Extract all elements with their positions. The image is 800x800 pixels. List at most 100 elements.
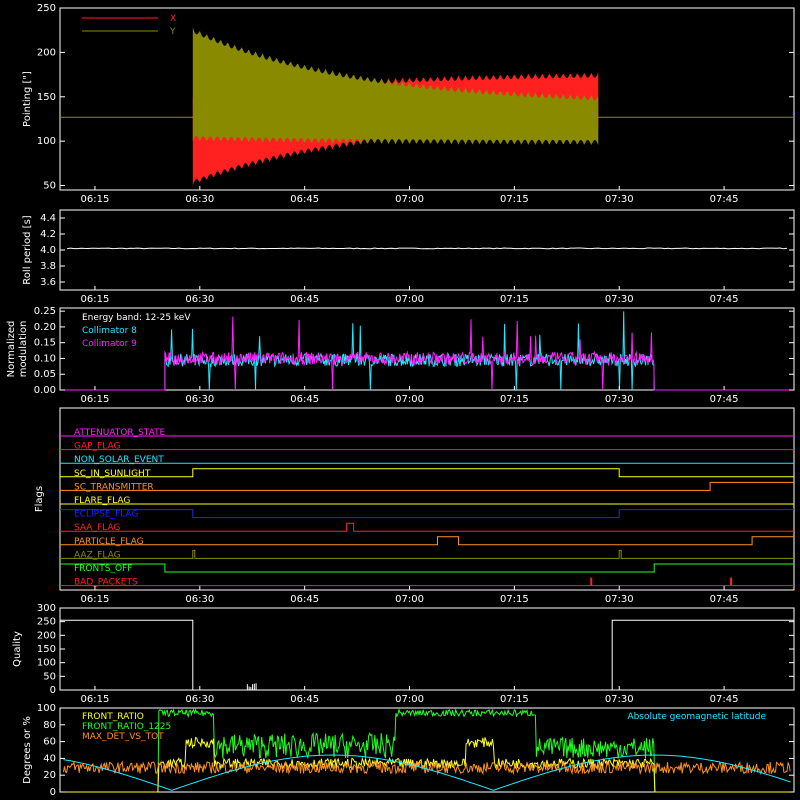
roll-period-ylabel: Roll period [s] bbox=[22, 215, 33, 284]
legend-geomagnetic-latitude: Absolute geomagnetic latitude bbox=[627, 712, 766, 722]
roll-period-panel: 3.6 3.8 4.0 4.2 4.4 06:15 06:30 06:45 07:00 07:1… bbox=[22, 209, 795, 305]
y-tick-label: 0 bbox=[50, 787, 56, 798]
modulation-series-collimator-8 bbox=[60, 311, 794, 391]
x-tick-label: 07:45 bbox=[710, 594, 739, 605]
y-tick-label: 0.20 bbox=[34, 322, 56, 333]
flag-line-particle-flag bbox=[60, 536, 794, 546]
flag-line-saa-flag bbox=[60, 522, 794, 532]
y-tick-label: 100 bbox=[37, 136, 56, 147]
x-tick-label: 06:30 bbox=[185, 594, 214, 605]
y-tick-label: 4.4 bbox=[40, 213, 56, 224]
y-tick-label: 4.2 bbox=[40, 229, 56, 240]
modulation-ylabel-1: Normalized bbox=[6, 321, 17, 378]
quality-x-ticks: 06:15 06:30 06:45 07:00 07:15 07:30 07:45 bbox=[81, 686, 739, 705]
x-tick-label: 07:45 bbox=[710, 394, 739, 405]
y-tick-label: 60 bbox=[43, 737, 56, 748]
rhessi-summary-plot: 50100150200250 06:15 06:30 06:45 07:00 07:15… bbox=[0, 0, 800, 800]
flags-x-ticks: 06:15 06:30 06:45 07:00 07:15 07:30 07:45 bbox=[81, 586, 739, 605]
x-tick-label: 06:15 bbox=[81, 294, 110, 305]
x-tick-label: 07:00 bbox=[395, 194, 424, 205]
y-tick-label: 0.10 bbox=[34, 353, 56, 364]
y-tick-label: 250 bbox=[37, 3, 56, 14]
y-tick-label: 200 bbox=[37, 630, 56, 641]
pointing-panel: 50 100 150 200 250 06:15 06:30 06:45 07:00 07:15… bbox=[22, 3, 795, 205]
modulation-ylabel-2: modulation bbox=[18, 321, 29, 378]
legend-front-ratio-1225: FRONT_RATIO_1225 bbox=[82, 722, 171, 732]
y-tick-label: 150 bbox=[37, 92, 56, 103]
roll-period-data bbox=[66, 247, 788, 250]
quality-line bbox=[60, 619, 794, 691]
quality-data bbox=[60, 619, 794, 691]
x-tick-label: 07:45 bbox=[710, 294, 739, 305]
x-tick-label: 06:15 bbox=[81, 394, 110, 405]
x-tick-label: 06:45 bbox=[290, 694, 319, 705]
flags-ylabel: Flags bbox=[34, 486, 45, 512]
energy-band-annotation: Energy band: 12-25 keV bbox=[82, 313, 191, 323]
x-tick-label: 07:00 bbox=[395, 694, 424, 705]
x-tick-label: 07:00 bbox=[395, 294, 424, 305]
x-tick-label: 06:15 bbox=[81, 694, 110, 705]
flags-panel: ATTENUATOR_STATEGAP_FLAGNON_SOLAR_EVENTS… bbox=[34, 407, 795, 605]
x-tick-label: 06:30 bbox=[185, 394, 214, 405]
flag-line-eclipse-flag bbox=[60, 509, 794, 519]
x-tick-label: 07:15 bbox=[500, 294, 529, 305]
x-tick-label: 07:30 bbox=[605, 294, 634, 305]
y-tick-label: 3.6 bbox=[40, 277, 56, 288]
x-tick-label: 07:30 bbox=[605, 194, 634, 205]
x-tick-label: 06:45 bbox=[290, 594, 319, 605]
x-tick-label: 07:30 bbox=[605, 694, 634, 705]
x-tick-label: 06:30 bbox=[185, 694, 214, 705]
y-tick-label: 100 bbox=[37, 658, 56, 669]
y-tick-label: 250 bbox=[37, 617, 56, 628]
flag-line-fronts-off bbox=[60, 563, 794, 573]
ratio-panel: 0 20 40 60 80 100 Degrees or % FRONT_RATIO FR… bbox=[22, 703, 795, 798]
modulation-series-collimator-9 bbox=[60, 316, 794, 391]
x-tick-label: 07:15 bbox=[500, 694, 529, 705]
quality-panel: 050100150200250300 06:15 06:30 06:45 07:00 0… bbox=[12, 603, 795, 705]
y-tick-label: 0.25 bbox=[34, 306, 56, 317]
y-tick-label: 200 bbox=[37, 47, 56, 58]
roll-period-frame bbox=[59, 209, 795, 291]
flag-line-sc-transmitter bbox=[60, 481, 794, 491]
pointing-ylabel: Pointing ["] bbox=[22, 71, 33, 127]
flag-label-fronts-off: FRONTS_OFF bbox=[74, 564, 132, 574]
quality-ylabel: Quality bbox=[12, 631, 23, 667]
y-tick-label: 50 bbox=[43, 671, 56, 682]
y-tick-label: 40 bbox=[43, 753, 56, 764]
y-tick-label: 150 bbox=[37, 644, 56, 655]
x-tick-label: 07:45 bbox=[710, 194, 739, 205]
y-tick-label: 20 bbox=[43, 770, 56, 781]
x-tick-label: 07:45 bbox=[710, 694, 739, 705]
modulation-x-ticks: 06:15 06:30 06:45 07:00 07:15 07:30 07:45 bbox=[81, 386, 739, 405]
ratio-ylabel: Degrees or % bbox=[22, 716, 33, 784]
y-tick-label: 0.05 bbox=[34, 369, 56, 380]
flag-line-aaz-flag bbox=[60, 549, 794, 559]
legend-front-ratio: FRONT_RATIO bbox=[82, 712, 144, 722]
x-tick-label: 06:30 bbox=[185, 294, 214, 305]
x-tick-label: 06:30 bbox=[185, 194, 214, 205]
x-tick-label: 06:15 bbox=[81, 594, 110, 605]
x-tick-label: 06:45 bbox=[290, 194, 319, 205]
modulation-panel: 0.00 0.05 0.10 0.15 0.20 0.25 06:15 06:30 06:45… bbox=[6, 306, 795, 405]
y-tick-label: 50 bbox=[43, 181, 56, 192]
modulation-data bbox=[60, 311, 794, 391]
y-tick-label: 3.8 bbox=[40, 261, 56, 272]
y-tick-label: 100 bbox=[37, 703, 56, 714]
quality-y-ticks: 0 50 100 150 200 250 300 bbox=[37, 603, 794, 696]
y-tick-label: 0 bbox=[50, 685, 56, 696]
flag-line-sc-in-sunlight bbox=[60, 468, 794, 478]
x-tick-label: 07:30 bbox=[605, 594, 634, 605]
x-tick-label: 06:15 bbox=[81, 194, 110, 205]
x-tick-label: 07:15 bbox=[500, 194, 529, 205]
legend-x-label: X bbox=[170, 14, 176, 24]
legend-y-label: Y bbox=[169, 27, 176, 37]
x-tick-label: 06:45 bbox=[290, 294, 319, 305]
roll-period-y-ticks: 3.6 3.8 4.0 4.2 4.4 bbox=[40, 213, 794, 288]
y-tick-label: 300 bbox=[37, 603, 56, 614]
flags-frame bbox=[59, 407, 795, 591]
pointing-data bbox=[60, 27, 794, 186]
y-tick-label: 80 bbox=[43, 720, 56, 731]
flags-data: ATTENUATOR_STATEGAP_FLAGNON_SOLAR_EVENTS… bbox=[60, 428, 794, 588]
x-tick-label: 07:00 bbox=[395, 594, 424, 605]
ratio-data bbox=[63, 707, 791, 793]
